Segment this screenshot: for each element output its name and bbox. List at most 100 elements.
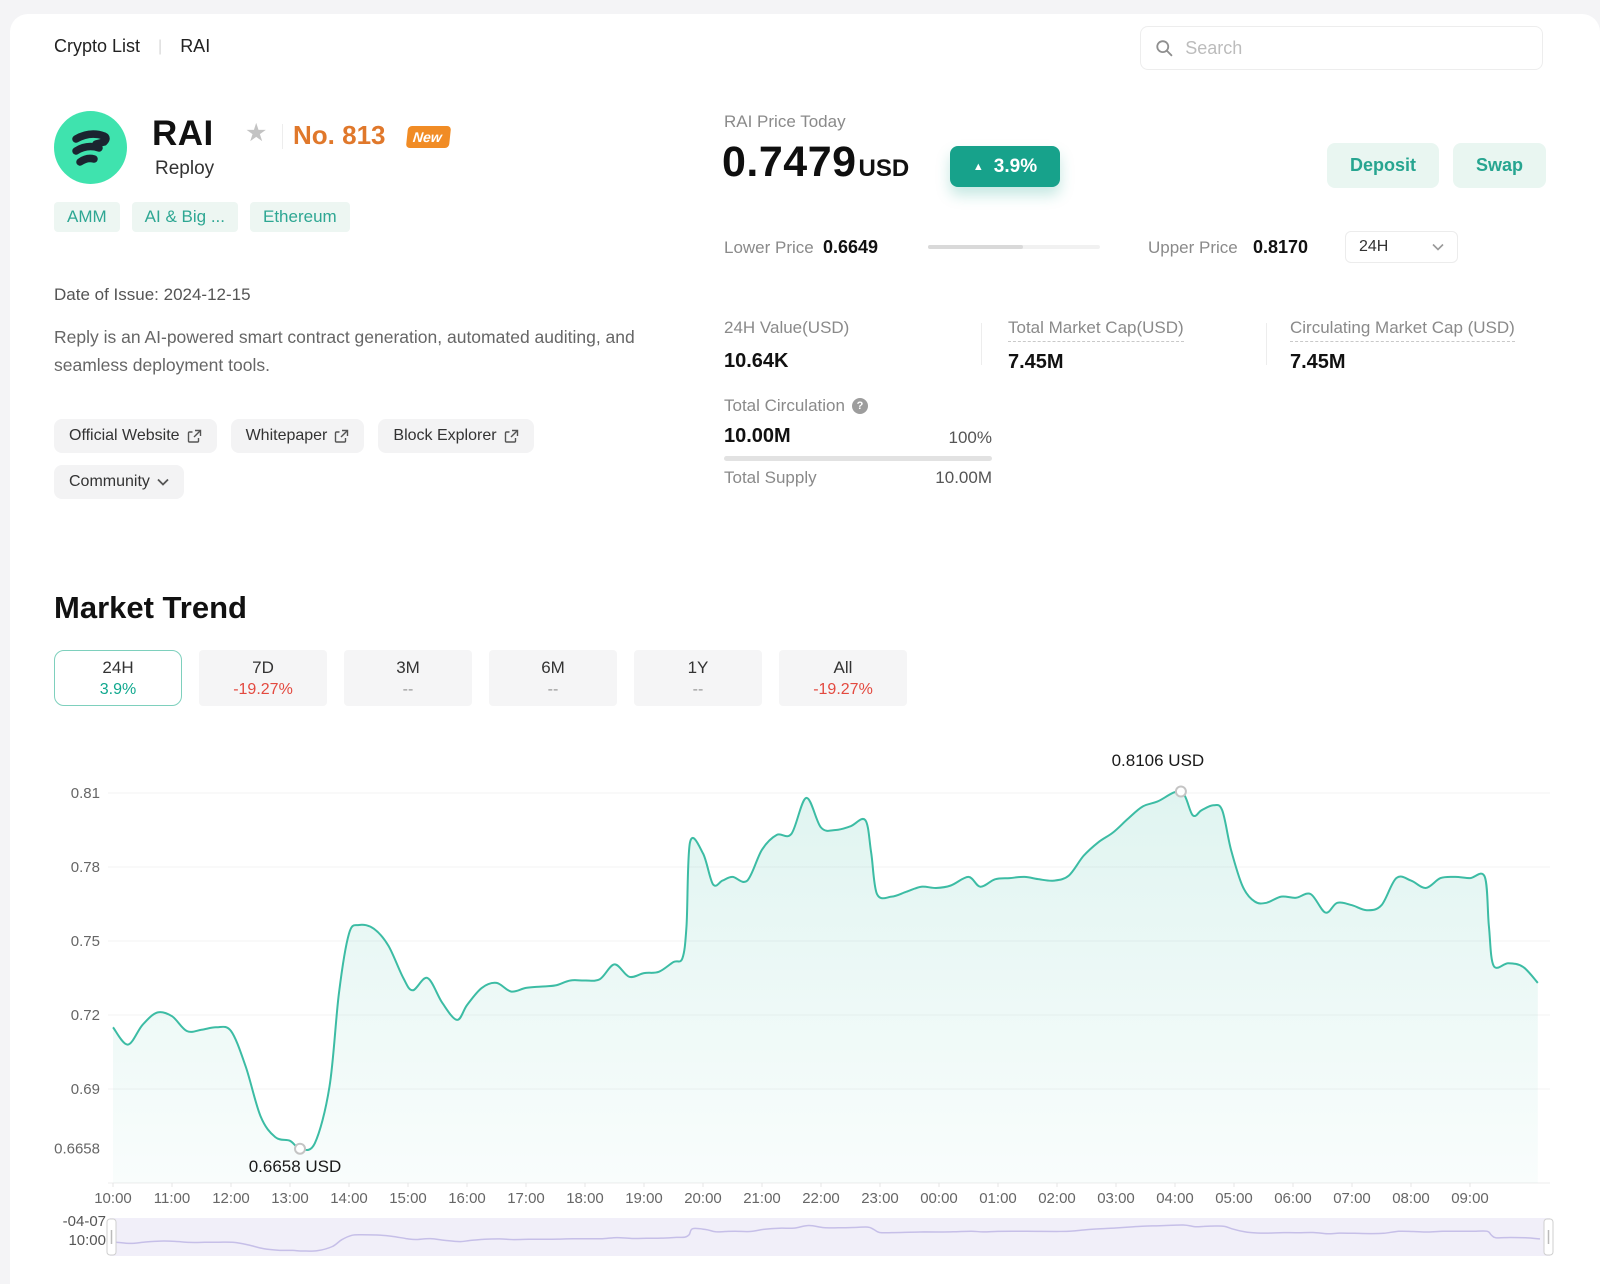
external-link-icon bbox=[334, 429, 349, 444]
link-label: Whitepaper bbox=[246, 427, 328, 445]
price-area-fill bbox=[113, 791, 1538, 1183]
x-axis-label: 06:00 bbox=[1274, 1190, 1312, 1207]
x-axis-label: 12:00 bbox=[212, 1190, 250, 1207]
price-row: 0.7479 USD bbox=[722, 138, 909, 187]
scrubber-track[interactable] bbox=[110, 1218, 1550, 1256]
swap-button[interactable]: Swap bbox=[1453, 143, 1546, 188]
trend-tab-7d[interactable]: 7D-19.27% bbox=[199, 650, 327, 706]
date-of-issue: Date of Issue: 2024-12-15 bbox=[54, 285, 251, 305]
x-axis-label: 11:00 bbox=[154, 1190, 190, 1207]
price-range-fill bbox=[928, 245, 1023, 249]
token-description: Reply is an AI-powered smart contract ge… bbox=[54, 323, 694, 379]
timeframe-value: 24H bbox=[1359, 238, 1388, 256]
trend-tab-label: 6M bbox=[541, 658, 565, 678]
upper-price-value: 0.8170 bbox=[1253, 237, 1308, 258]
help-icon[interactable]: ? bbox=[852, 398, 868, 414]
price-chart[interactable]: 0.810.780.750.720.690.665810:0011:0012:0… bbox=[0, 740, 1600, 1284]
trend-tab-change: 3.9% bbox=[100, 681, 136, 699]
max-annotation: 0.8106 USD bbox=[1112, 751, 1205, 770]
y-axis-label: 0.69 bbox=[71, 1081, 100, 1098]
price-today-label: RAI Price Today bbox=[724, 112, 846, 132]
favorite-star-icon[interactable]: ★ bbox=[245, 121, 267, 146]
x-axis-label: 15:00 bbox=[389, 1190, 427, 1207]
circulation-bar bbox=[724, 456, 992, 461]
price-range-bar bbox=[928, 245, 1100, 249]
stat-value: 10.64K bbox=[724, 350, 849, 373]
chevron-down-icon bbox=[1432, 243, 1444, 251]
x-axis-label: 18:00 bbox=[566, 1190, 604, 1207]
trend-tab-change: -- bbox=[693, 681, 704, 699]
x-axis-label: 02:00 bbox=[1038, 1190, 1076, 1207]
whitepaper-link[interactable]: Whitepaper bbox=[231, 419, 365, 453]
stat-label[interactable]: Total Market Cap(USD) bbox=[1008, 318, 1184, 342]
deposit-button[interactable]: Deposit bbox=[1327, 143, 1439, 188]
external-link-icon bbox=[187, 429, 202, 444]
x-axis-label: 14:00 bbox=[330, 1190, 368, 1207]
token-tag[interactable]: AI & Big ... bbox=[132, 202, 238, 232]
x-axis-label: 05:00 bbox=[1215, 1190, 1253, 1207]
stat-value: 7.45M bbox=[1290, 351, 1515, 374]
trend-tab-change: -- bbox=[403, 681, 414, 699]
token-tag[interactable]: AMM bbox=[54, 202, 120, 232]
x-axis-label: 04:00 bbox=[1156, 1190, 1194, 1207]
action-buttons: Deposit Swap bbox=[1327, 143, 1546, 188]
community-button[interactable]: Community bbox=[54, 465, 184, 499]
block-explorer-link[interactable]: Block Explorer bbox=[378, 419, 533, 453]
timeframe-select[interactable]: 24H bbox=[1345, 231, 1458, 263]
y-axis-label: 0.78 bbox=[71, 859, 100, 876]
total-circulation-label-row: Total Circulation ? bbox=[724, 396, 868, 416]
circulation-percent: 100% bbox=[724, 428, 992, 448]
stat-value: 7.45M bbox=[1008, 351, 1184, 374]
community-label: Community bbox=[69, 473, 150, 491]
x-axis-label: 01:00 bbox=[979, 1190, 1017, 1207]
stat-divider bbox=[1266, 323, 1267, 365]
x-axis-label: 17:00 bbox=[507, 1190, 545, 1207]
search-icon bbox=[1155, 38, 1173, 58]
trend-tab-change: -19.27% bbox=[233, 681, 293, 699]
link-label: Official Website bbox=[69, 427, 180, 445]
up-triangle-icon: ▲ bbox=[973, 161, 984, 173]
breadcrumb-crypto-list[interactable]: Crypto List bbox=[54, 36, 140, 57]
trend-tab-24h[interactable]: 24H 3.9% bbox=[54, 650, 182, 706]
min-point-marker bbox=[295, 1144, 305, 1154]
trend-tab-label: All bbox=[834, 658, 853, 678]
x-axis-label: 10:00 bbox=[94, 1190, 132, 1207]
trend-tab-6m[interactable]: 6M -- bbox=[489, 650, 617, 706]
link-label: Block Explorer bbox=[393, 427, 496, 445]
total-supply-value: 10.00M bbox=[935, 468, 992, 488]
search-box[interactable] bbox=[1140, 26, 1543, 70]
scrubber-date-line2: 10:00 bbox=[36, 1231, 106, 1250]
trend-tab-1y[interactable]: 1Y -- bbox=[634, 650, 762, 706]
token-rank: No. 813 bbox=[293, 120, 386, 151]
trend-tab-change: -19.27% bbox=[813, 681, 873, 699]
price-change-badge: ▲ 3.9% bbox=[950, 146, 1060, 187]
y-axis-label: 0.75 bbox=[71, 933, 100, 950]
official-website-link[interactable]: Official Website bbox=[54, 419, 217, 453]
total-circulation-label: Total Circulation bbox=[724, 396, 845, 416]
y-axis-label: 0.6658 bbox=[54, 1141, 100, 1158]
search-input[interactable] bbox=[1183, 37, 1528, 60]
stat-label[interactable]: Circulating Market Cap (USD) bbox=[1290, 318, 1515, 342]
trend-tab-label: 24H bbox=[102, 658, 133, 678]
stat-24h-value-usd-: 24H Value(USD)10.64K bbox=[724, 318, 849, 373]
y-axis-label: 0.81 bbox=[71, 785, 100, 802]
max-point-marker bbox=[1176, 787, 1186, 797]
x-axis-label: 07:00 bbox=[1333, 1190, 1371, 1207]
min-annotation: 0.6658 USD bbox=[249, 1157, 342, 1176]
trend-tab-label: 3M bbox=[396, 658, 420, 678]
breadcrumb-divider: | bbox=[158, 38, 162, 56]
token-name: Reploy bbox=[155, 158, 214, 180]
trend-tab-3m[interactable]: 3M -- bbox=[344, 650, 472, 706]
trend-tab-all[interactable]: All -19.27% bbox=[779, 650, 907, 706]
lower-price-label: Lower Price bbox=[724, 238, 814, 258]
total-supply-row: Total Supply 10.00M bbox=[724, 468, 992, 488]
x-axis-label: 03:00 bbox=[1097, 1190, 1135, 1207]
new-badge: New bbox=[406, 126, 451, 148]
upper-price-label: Upper Price bbox=[1148, 238, 1238, 258]
x-axis-label: 16:00 bbox=[448, 1190, 486, 1207]
trend-tab-change: -- bbox=[548, 681, 559, 699]
trend-tab-label: 1Y bbox=[688, 658, 709, 678]
external-link-icon bbox=[504, 429, 519, 444]
breadcrumb: Crypto List | RAI bbox=[54, 36, 210, 57]
token-tag[interactable]: Ethereum bbox=[250, 202, 350, 232]
